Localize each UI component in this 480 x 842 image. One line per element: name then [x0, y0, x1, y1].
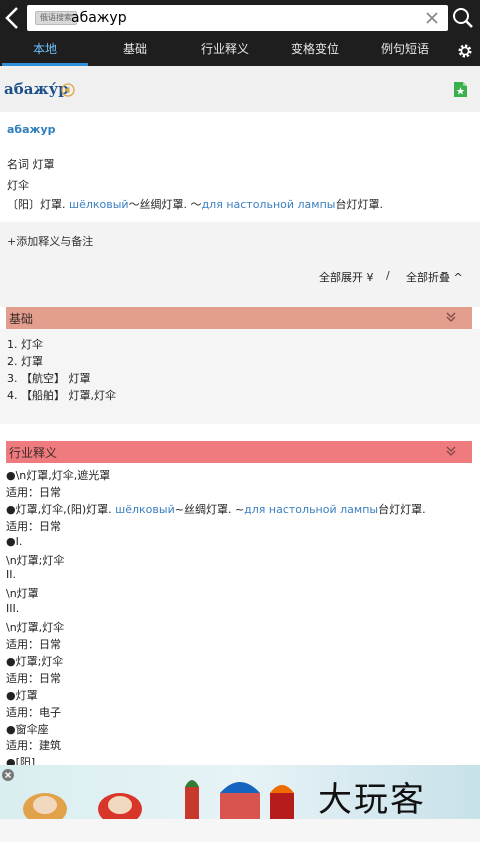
back-arrow-icon[interactable]: [3, 5, 21, 31]
tab-basic[interactable]: 基础: [90, 36, 180, 66]
example-suffix: 台灯灯罩.: [378, 502, 426, 516]
separator: /: [386, 269, 390, 282]
collapse-all-label: 全部折叠: [406, 271, 450, 284]
example-prefix: 〔阳〕灯罩.: [7, 198, 69, 211]
gear-icon[interactable]: [457, 43, 473, 59]
expand-collapse-row: 全部展开 ¥ / 全部折叠 ^: [0, 258, 480, 298]
chevron-double-down-icon[interactable]: [445, 311, 457, 323]
section-header-basic[interactable]: 基础: [6, 307, 472, 329]
industry-line: ●窗伞座: [6, 722, 49, 736]
collapse-all-button[interactable]: 全部折叠 ^: [406, 269, 463, 285]
pronunciation-speaker-icon[interactable]: [61, 83, 75, 97]
definition-block: абажур 名词 灯罩 灯伞 〔阳〕灯罩. шёлковый～丝绸灯罩. ～д…: [0, 112, 480, 222]
example-middle: ～丝绸灯罩. ～: [128, 198, 202, 211]
industry-usage-example: ●灯罩,灯伞,(阳)灯罩. шёлковый~丝绸灯罩. ~для настол…: [6, 501, 426, 517]
headword: абажу́р: [4, 80, 69, 98]
industry-line: III.: [6, 602, 20, 616]
top-bar: 俄语搜索: [0, 0, 480, 36]
industry-line: \n灯罩,灯伞: [6, 621, 65, 635]
industry-line: 适用：日常: [6, 671, 61, 685]
basic-item: 4. 【船舶】 灯罩,灯伞: [7, 389, 116, 402]
industry-line: 适用：日常: [6, 638, 61, 651]
section-title-industry: 行业释义: [9, 446, 58, 460]
alternate-meaning-line: 灯伞: [7, 179, 29, 192]
basic-item: 2. 灯罩: [7, 355, 43, 368]
industry-line: ●I.: [6, 534, 23, 548]
section-header-industry[interactable]: 行业释义: [6, 441, 472, 463]
ad-brand-logo: 大玩客: [318, 780, 426, 819]
clear-icon[interactable]: [424, 10, 440, 26]
expand-all-button[interactable]: 全部展开 ¥: [319, 269, 374, 285]
tab-industry[interactable]: 行业释义: [180, 36, 270, 66]
industry-line: 适用：日常: [6, 485, 61, 499]
close-ad-icon[interactable]: [2, 769, 14, 781]
industry-line: ●灯罩: [6, 688, 38, 702]
industry-line: \n灯罩: [6, 587, 39, 601]
industry-line: 适用：日常: [6, 519, 61, 533]
basic-item: 3. 【航空】 灯罩: [7, 372, 91, 385]
industry-line: 适用：建筑: [6, 739, 61, 753]
example-link-lamp[interactable]: для настольной лампы: [244, 503, 378, 516]
double-chevron-down-icon: ¥: [363, 271, 374, 284]
search-icon[interactable]: [452, 7, 474, 29]
tab-bar: 本地 基础 行业释义 变格变位 例句短语: [0, 36, 480, 66]
bottom-bar: [0, 819, 480, 842]
chevron-double-down-icon[interactable]: [445, 445, 457, 457]
example-prefix: ●灯罩,灯伞,(阳)灯罩.: [6, 502, 116, 516]
definition-word: абажур: [7, 123, 56, 136]
add-note-row[interactable]: +添加释义与备注: [0, 222, 480, 258]
add-note-label[interactable]: +添加释义与备注: [7, 233, 93, 249]
industry-line: ●\n灯罩,灯伞,遮光罩: [6, 469, 111, 482]
word-header: абажу́р: [0, 66, 480, 112]
basic-item: 1. 灯伞: [7, 338, 43, 351]
search-input[interactable]: [71, 8, 411, 28]
banner-ad[interactable]: 大玩客: [0, 765, 480, 819]
expand-all-label: 全部展开: [319, 271, 363, 284]
spacer: [0, 298, 480, 307]
tab-local[interactable]: 本地: [0, 36, 90, 66]
add-to-notebook-icon[interactable]: [453, 81, 468, 98]
search-box[interactable]: 俄语搜索: [27, 5, 448, 31]
section-title-basic: 基础: [9, 312, 34, 326]
industry-line: 适用：电子: [6, 705, 61, 719]
industry-line: \n灯罩;灯伞: [6, 553, 65, 567]
spacer: [0, 424, 480, 441]
example-middle: ~丝绸灯罩. ~: [174, 502, 245, 516]
ad-artwork-image: [23, 780, 294, 819]
example-link-lamp[interactable]: для настольной лампы: [202, 198, 336, 211]
usage-example: 〔阳〕灯罩. шёлковый～丝绸灯罩. ～для настольной ла…: [7, 196, 383, 212]
part-of-speech-line: 名词 灯罩: [7, 158, 55, 171]
basic-definitions: 1. 灯伞 2. 灯罩 3. 【航空】 灯罩 4. 【船舶】 灯罩,灯伞: [0, 329, 480, 424]
industry-definitions: ●\n灯罩,灯伞,遮光罩 适用：日常 ●灯罩,灯伞,(阳)灯罩. шёлковый~…: [0, 463, 480, 768]
double-chevron-up-icon: ^: [450, 271, 463, 284]
tab-examples[interactable]: 例句短语: [360, 36, 450, 66]
example-link-silk[interactable]: шёлковый: [69, 198, 129, 211]
example-link-silk[interactable]: шёлковый: [115, 503, 175, 516]
example-suffix: 台灯灯罩.: [335, 198, 383, 211]
tab-inflection[interactable]: 变格变位: [270, 36, 360, 66]
industry-line: ●灯罩;灯伞: [6, 654, 64, 668]
industry-line: II.: [6, 568, 16, 582]
